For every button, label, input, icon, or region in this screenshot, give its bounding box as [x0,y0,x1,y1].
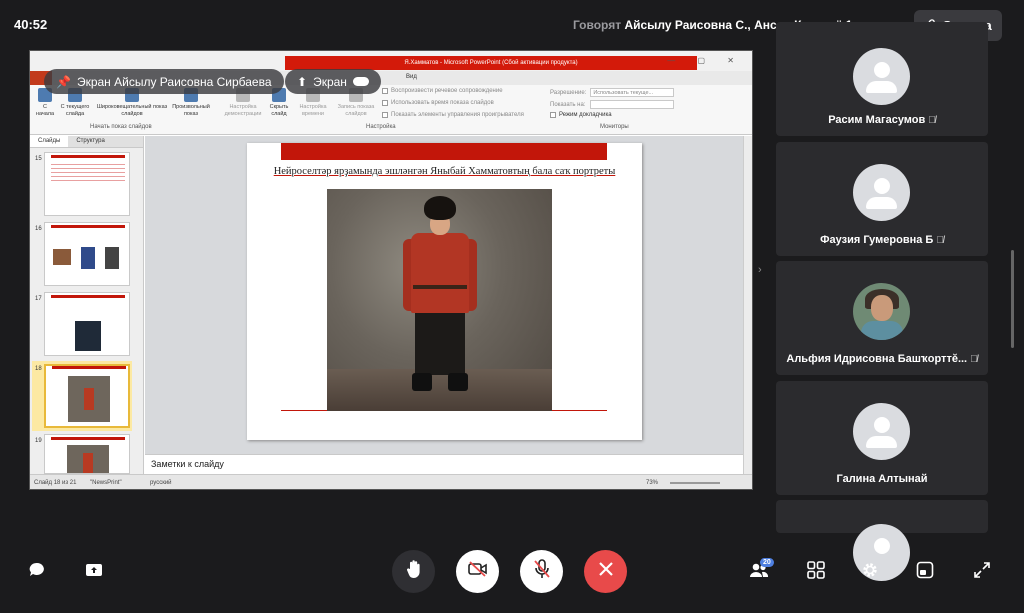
status-bar: Слайд 18 из 21 "NewsPrint" русский 73% [30,474,752,489]
tab-view[interactable]: Вид [406,74,417,80]
media-controls-checkbox[interactable]: Показать элементы управления проигрывате… [382,112,524,118]
show-on-select[interactable]: Показать на: [550,100,674,109]
participant-tile[interactable]: Фаузия Гумеровна Б 🎙̸ [776,142,988,256]
avatar [853,283,910,340]
slide-thumbnail[interactable] [44,222,130,286]
zoom-level: 73% [646,480,659,486]
hand-icon [405,559,423,584]
slide-thumbnail[interactable] [44,152,130,216]
mic-toggle-button[interactable] [520,550,563,593]
avatar [853,164,910,221]
notes-field[interactable]: Заметки к слайду [145,454,743,474]
resolution-select[interactable]: Разрешение: Использовать текуще... [550,88,675,97]
chat-icon [28,561,46,584]
close-icon [598,561,614,582]
mic-off-icon [533,559,550,584]
participants-count-badge: 20 [760,558,774,567]
chevron-right-icon[interactable]: › [758,264,762,276]
tab-outline[interactable]: Структура [68,136,112,147]
participants-scrollbar[interactable] [1011,250,1014,348]
participant-name: Расим Магасумов 🎙̸ [828,114,936,126]
slide-thumbnail[interactable] [44,292,130,356]
window-controls: — ▢ ✕ [667,56,744,65]
pip-button[interactable] [911,558,939,586]
editor-scrollbar[interactable] [743,136,752,474]
slide-header-bar [281,143,607,160]
slide-number: 17 [35,296,42,302]
slide-number: 15 [35,156,42,162]
picture-in-picture-icon [916,561,934,584]
avatar [853,48,910,105]
slide-thumbnail-selected[interactable] [44,364,130,428]
gear-icon [861,561,879,584]
camera-off-icon [467,561,488,582]
language-indicator: русский [150,480,172,486]
pane-tabs: Слайды Структура [30,136,143,148]
slide-rule-left [281,410,329,411]
theme-name: "NewsPrint" [90,480,122,486]
toggle-icon [352,77,369,86]
screen-chip[interactable]: ⬆ Экран [285,69,381,94]
shared-screen: Я.Хамматов - Microsoft PowerPoint (Сбой … [29,50,753,490]
pin-icon: 📌 [56,74,71,89]
slide-editor: Нейроселтәр ярҙамында эшләнгән Яныбай Ха… [145,136,743,454]
group-start-label: Начать показ слайдов [90,124,152,130]
participant-name: Альфия Идрисовна Башҡорттӗ... 🎙̸ [786,353,978,365]
share-screen-icon [85,561,103,584]
avatar [853,403,910,460]
mic-off-icon: 🎙̸ [928,115,936,126]
screen-icon: ⬆ [297,74,308,89]
settings-button[interactable] [856,558,884,586]
grid-icon [807,560,825,584]
share-screen-button[interactable] [80,558,108,586]
slide-counter: Слайд 18 из 21 [34,480,77,486]
zoom-slider[interactable] [670,482,720,484]
tab-slides[interactable]: Слайды [30,136,69,147]
expand-icon [973,561,991,584]
participant-tile[interactable]: Альфия Идрисовна Башҡорттӗ... 🎙̸ [776,261,988,375]
participant-name: Галина Алтынай [836,473,928,485]
group-monitors-label: Мониторы [600,124,629,130]
participant-tile[interactable]: Галина Алтынай [776,381,988,495]
timings-checkbox[interactable]: Использовать время показа слайдов [382,100,494,106]
slide-number: 16 [35,226,42,232]
window-title: Я.Хамматов - Microsoft PowerPoint (Сбой … [285,56,697,70]
narration-checkbox[interactable]: Воспроизвести речевое сопровождение [382,88,503,94]
presenter-view-checkbox[interactable]: Режим докладчика [550,112,612,118]
layout-grid-button[interactable] [802,558,830,586]
raise-hand-button[interactable] [392,550,435,593]
call-timer: 40:52 [14,17,48,32]
slide-number: 19 [35,438,42,444]
slide-title: Нейроселтәр ярҙамында эшләнгән Яныбай Ха… [273,166,616,177]
mic-off-icon: 🎙̸ [936,235,944,246]
slide-thumbnail[interactable] [44,434,130,474]
chat-button[interactable] [23,558,51,586]
slide-rule-right [551,410,607,411]
fullscreen-button[interactable] [968,558,996,586]
current-slide[interactable]: Нейроселтәр ярҙамында эшләнгән Яныбай Ха… [247,143,642,440]
group-setup-label: Настройка [366,124,396,130]
end-call-button[interactable] [584,550,627,593]
slide-number: 18 [35,366,42,372]
participant-tile[interactable] [776,500,988,581]
mic-off-icon: 🎙̸ [970,354,978,365]
speaking-prefix: Говорят [572,18,622,32]
participant-name: Фаузия Гумеровна Б 🎙̸ [820,234,944,246]
presenter-chip: 📌 Экран Айсылу Раисовна Сирбаева [44,69,284,94]
powerpoint-titlebar: Я.Хамматов - Microsoft PowerPoint (Сбой … [30,51,752,71]
camera-toggle-button[interactable] [456,550,499,593]
portrait-image [327,189,552,411]
slides-pane: Слайды Структура 15 16 17 18 19 [30,136,144,474]
participant-tile[interactable]: Расим Магасумов 🎙̸ [776,22,988,136]
